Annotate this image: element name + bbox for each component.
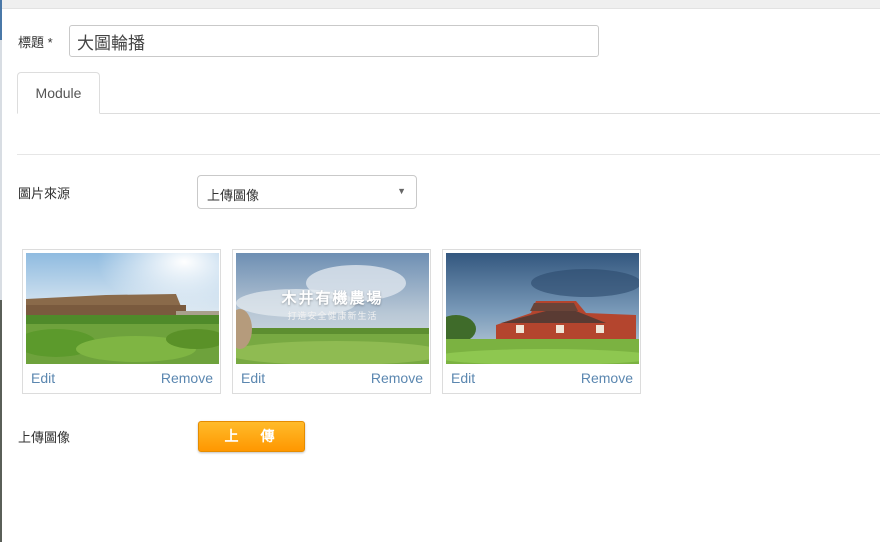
left-edge <box>0 0 2 542</box>
image-card-2: 木井有機農場 打造安全健康新生活 Edit Remove <box>232 249 431 394</box>
title-label: 標題 * <box>18 35 53 50</box>
image-source-value: 上傳圖像 <box>207 188 260 203</box>
red-barn-field-icon <box>446 253 639 364</box>
tab-module[interactable]: Module <box>17 72 100 114</box>
remove-link[interactable]: Remove <box>161 370 213 386</box>
remove-link[interactable]: Remove <box>581 370 633 386</box>
image-card-1: Edit Remove <box>22 249 221 394</box>
banner-title: 木井有機農場 <box>281 289 384 307</box>
image-card-3: Edit Remove <box>442 249 641 394</box>
image-source-select[interactable]: 上傳圖像 ▼ <box>197 175 417 209</box>
farm-banner-image: 木井有機農場 打造安全健康新生活 <box>236 253 429 364</box>
edit-link[interactable]: Edit <box>451 370 475 386</box>
tab-bar-line <box>17 113 880 114</box>
chevron-down-icon: ▼ <box>397 186 406 196</box>
remove-link[interactable]: Remove <box>371 370 423 386</box>
upload-button[interactable]: 上 傳 <box>198 421 305 452</box>
upload-label: 上傳圖像 <box>18 430 71 445</box>
edit-link[interactable]: Edit <box>241 370 265 386</box>
edit-link[interactable]: Edit <box>31 370 55 386</box>
section-divider <box>17 154 880 155</box>
image-source-label: 圖片來源 <box>18 186 71 201</box>
banner-subtitle: 打造安全健康新生活 <box>287 312 378 322</box>
farm-buildings-field-icon <box>26 253 219 364</box>
top-bar <box>0 0 880 9</box>
title-input[interactable] <box>69 25 599 57</box>
